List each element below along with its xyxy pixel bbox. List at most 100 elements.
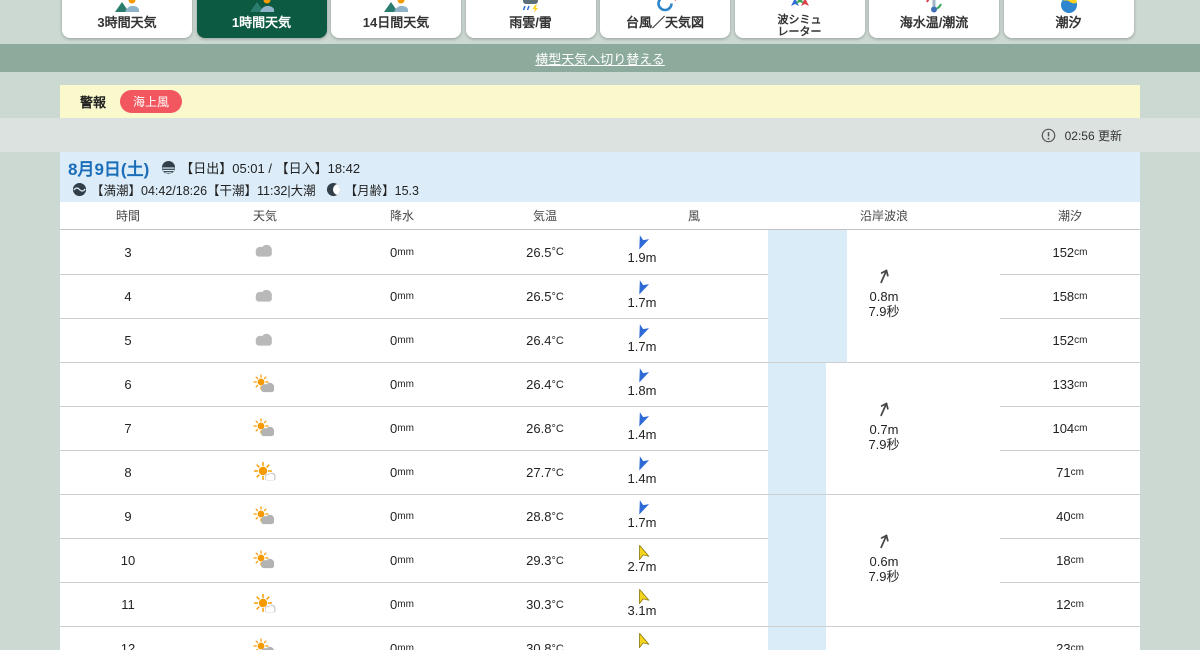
- tide-level-cell: 40 cm: [1000, 494, 1140, 538]
- tide-level-cell: 158 cm: [1000, 274, 1140, 318]
- wind-direction-arrow-icon: [622, 368, 662, 384]
- wind-speed: 1.7m: [627, 515, 657, 530]
- temp-cell: 28.8 °C: [526, 509, 564, 524]
- table-row: 11 0 mm 30.3 °C 3.1m: [60, 582, 768, 626]
- forecast-icon: [381, 0, 411, 14]
- wind-cell: 1.7m: [620, 319, 768, 362]
- tide-level-cell: 23 cm: [1000, 626, 1140, 650]
- table-row: 6 0 mm 26.4 °C 1.8m: [60, 362, 768, 406]
- forecast-icon: [112, 0, 142, 14]
- tab-label: 波シミュ レーター: [777, 14, 822, 38]
- hour-cell: 12: [120, 641, 136, 650]
- wind-cell: 1.4m: [620, 451, 768, 494]
- wind-cell: 1.7m: [620, 275, 768, 318]
- tide-level-cell: 71 cm: [1000, 450, 1140, 494]
- table-row: 7 0 mm 26.8 °C 1.4m: [60, 406, 768, 450]
- wind-speed: 3.1m: [627, 603, 657, 618]
- column-header: 天気: [252, 209, 277, 223]
- tab-label: 1時間天気: [231, 15, 292, 30]
- column-header: 潮汐: [1057, 209, 1082, 223]
- tab-14day-weather[interactable]: 14日間天気: [331, 0, 461, 38]
- wind-speed: 1.8m: [627, 383, 657, 398]
- precip-cell: 0 mm: [390, 377, 414, 392]
- moon-icon: [326, 182, 341, 197]
- switch-to-horizontal-link[interactable]: 横型天気へ切り替える: [535, 49, 665, 68]
- wave-height: 0.7m: [869, 422, 899, 437]
- hour-cell: 3: [124, 244, 132, 260]
- column-header: 沿岸波浪: [859, 209, 908, 223]
- tide-level-cell: 133 cm: [1000, 362, 1140, 406]
- precip-cell: 0 mm: [390, 465, 414, 480]
- column-header: 風: [687, 209, 700, 223]
- layout-switch-bar: 横型天気へ切り替える: [0, 44, 1200, 72]
- wind-cell: 1.9m: [620, 230, 768, 274]
- weather-page: 警報 海上風 02:56 更新 8月9日(土) 【日出】05:01 / 【日入】…: [0, 0, 1200, 650]
- wave-height: 0.8m: [869, 289, 899, 304]
- date-label: 8月9日(土): [68, 159, 150, 179]
- wind-speed: 2.7m: [627, 559, 657, 574]
- wind-direction-arrow-icon: [622, 632, 662, 649]
- sunny-small-cloud-icon: [196, 451, 334, 494]
- wind-cell: 1.8m: [620, 363, 768, 406]
- tab-label: 3時間天気: [97, 15, 157, 30]
- temp-cell: 29.3 °C: [526, 553, 564, 568]
- tab-label: 海水温/潮流: [899, 15, 969, 30]
- precip-cell: 0 mm: [390, 553, 414, 568]
- wind-cell: 1.7m: [620, 495, 768, 538]
- temp-cell: 30.3 °C: [526, 597, 564, 612]
- warning-badge-sea-wind[interactable]: 海上風: [120, 90, 183, 113]
- warning-label: 警報: [80, 95, 107, 110]
- tab-label: 雨雲/雷: [509, 15, 552, 30]
- wind-speed: 1.4m: [627, 427, 657, 442]
- temp-cell: 26.5 °C: [526, 244, 564, 260]
- precip-cell: 0 mm: [390, 597, 414, 612]
- temp-cell: 30.8 °C: [526, 641, 564, 650]
- date-header: 8月9日(土) 【日出】05:01 / 【日入】18:42 【満潮】04:42/…: [60, 152, 1140, 202]
- tab-typhoon-weather-map[interactable]: 台風／天気図: [600, 0, 730, 38]
- wave-height-bar: [768, 627, 826, 650]
- temp-cell: 26.5 °C: [526, 289, 564, 304]
- sunny-small-cloud-icon: [196, 583, 334, 626]
- hour-cell: 7: [124, 421, 132, 436]
- tide-level-cell: 152 cm: [1052, 244, 1088, 260]
- sun-cloud-icon: [196, 539, 334, 582]
- table-row: 9 0 mm 28.8 °C 1.7m: [60, 494, 768, 538]
- wind-direction-arrow-icon: [622, 324, 662, 340]
- cloudy-icon: [196, 230, 334, 274]
- tab-wave-simulator[interactable]: 波シミュ レーター: [734, 0, 865, 38]
- wind-direction-arrow-icon: [622, 500, 662, 516]
- tab-label: 台風／天気図: [625, 15, 704, 30]
- update-strip: 02:56 更新: [0, 118, 1200, 152]
- coastal-wave-cell: 0.8m 7.9秒: [768, 230, 1000, 362]
- tab-label: 潮汐: [1055, 15, 1082, 30]
- tab-tide[interactable]: 潮汐: [1003, 0, 1134, 38]
- tide-wave-icon: [72, 182, 87, 197]
- rain-thunder-icon: [516, 0, 546, 14]
- table-row: 12 0 mm 30.8 °C: [60, 626, 768, 650]
- hour-cell: 6: [124, 377, 132, 392]
- hour-cell: 4: [124, 289, 132, 304]
- hour-cell: 8: [124, 465, 132, 480]
- tab-3hour-weather[interactable]: 3時間天気: [62, 0, 192, 38]
- precip-cell: 0 mm: [390, 641, 414, 650]
- typhoon-icon: [650, 0, 680, 14]
- wave-sim-icon: [785, 0, 815, 14]
- hour-cell: 5: [124, 333, 132, 348]
- tab-sea-temp-current[interactable]: 海水温/潮流: [869, 0, 999, 38]
- wind-cell: 1.4m: [620, 407, 768, 450]
- coastal-wave-cell: 0.6m 7.9秒: [768, 494, 1000, 626]
- coastal-wave-cell: 0.7m 7.9秒: [768, 362, 1000, 494]
- warning-strip: 警報 海上風: [60, 85, 1140, 118]
- hour-cell: 11: [121, 597, 135, 612]
- tide-level-cell: 152 cm: [1000, 318, 1140, 362]
- wind-direction-arrow-icon: [622, 280, 662, 296]
- tab-label: 14日間天気: [362, 15, 430, 30]
- wind-direction-arrow-icon: [622, 588, 662, 605]
- tab-rain-cloud-thunder[interactable]: 雨雲/雷: [465, 0, 596, 38]
- tab-1hour-weather[interactable]: 1時間天気: [196, 0, 327, 38]
- tide-icon: [1054, 0, 1084, 14]
- column-header: 時間: [115, 209, 140, 223]
- hourly-table-body: 3 0 mm 26.5 °C 1.9m 152 cm 4 0 mm 26.5 °C 1.7m 158 cm 5 0…: [60, 230, 1140, 650]
- sunrise-icon: [161, 160, 176, 175]
- wind-direction-arrow-icon: [622, 412, 662, 428]
